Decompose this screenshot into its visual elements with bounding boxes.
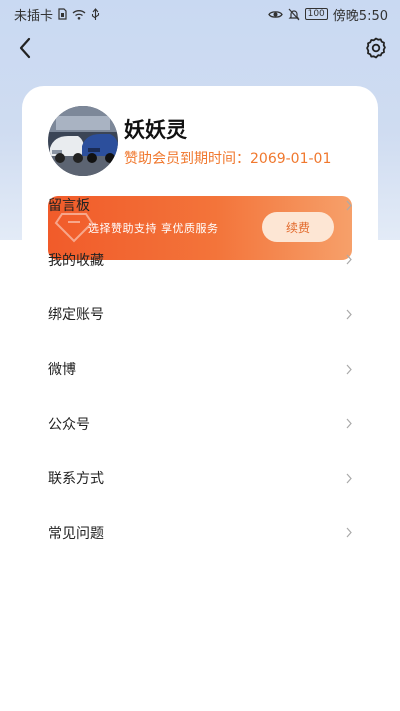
menu-item-bind-account[interactable]: 绑定账号 (0, 287, 400, 342)
chevron-right-icon (344, 198, 354, 212)
battery-indicator: 100 (304, 8, 328, 20)
back-button[interactable] (12, 36, 38, 64)
chevron-right-icon (344, 526, 354, 540)
chevron-right-icon (344, 417, 354, 431)
avatar[interactable] (48, 106, 118, 176)
wifi-icon (72, 9, 86, 20)
settings-button[interactable] (362, 36, 390, 64)
status-bar: 未插卡 100 傍晚5:50 (0, 0, 400, 28)
menu-item-label: 联系方式 (48, 471, 104, 488)
carrier-text: 未插卡 (14, 8, 54, 24)
gear-icon (364, 36, 388, 64)
menu-item-message-board[interactable]: 留言板 (0, 178, 400, 233)
menu-item-label: 绑定账号 (48, 307, 104, 324)
mute-bell-icon (288, 8, 300, 21)
clock-text: 傍晚5:50 (332, 8, 388, 24)
menu-item-label: 留言板 (48, 198, 90, 215)
avatar-image (48, 106, 118, 176)
menu-list: 留言板 我的收藏 绑定账号 微博 公众号 联系方式 常见问题 (0, 178, 400, 560)
menu-item-label: 微博 (48, 362, 76, 379)
chevron-right-icon (344, 471, 354, 485)
menu-item-label: 我的收藏 (48, 252, 104, 269)
username: 妖妖灵 (124, 118, 187, 142)
menu-item-weibo[interactable]: 微博 (0, 342, 400, 397)
menu-item-favorites[interactable]: 我的收藏 (0, 233, 400, 288)
eye-icon (267, 9, 283, 20)
status-left: 未插卡 (14, 5, 100, 24)
chevron-right-icon (344, 253, 354, 267)
sim-icon (58, 8, 67, 20)
menu-item-faq[interactable]: 常见问题 (0, 506, 400, 561)
menu-item-official-account[interactable]: 公众号 (0, 396, 400, 451)
chevron-right-icon (344, 307, 354, 321)
chevron-right-icon (344, 362, 354, 376)
menu-item-contact[interactable]: 联系方式 (0, 451, 400, 506)
menu-item-label: 常见问题 (48, 525, 104, 542)
usb-icon (91, 7, 100, 21)
status-right: 100 傍晚5:50 (267, 5, 388, 24)
chevron-left-icon (18, 37, 32, 63)
membership-expiry: 赞助会员到期时间：2069-01-01 (124, 151, 332, 167)
menu-item-label: 公众号 (48, 416, 90, 433)
